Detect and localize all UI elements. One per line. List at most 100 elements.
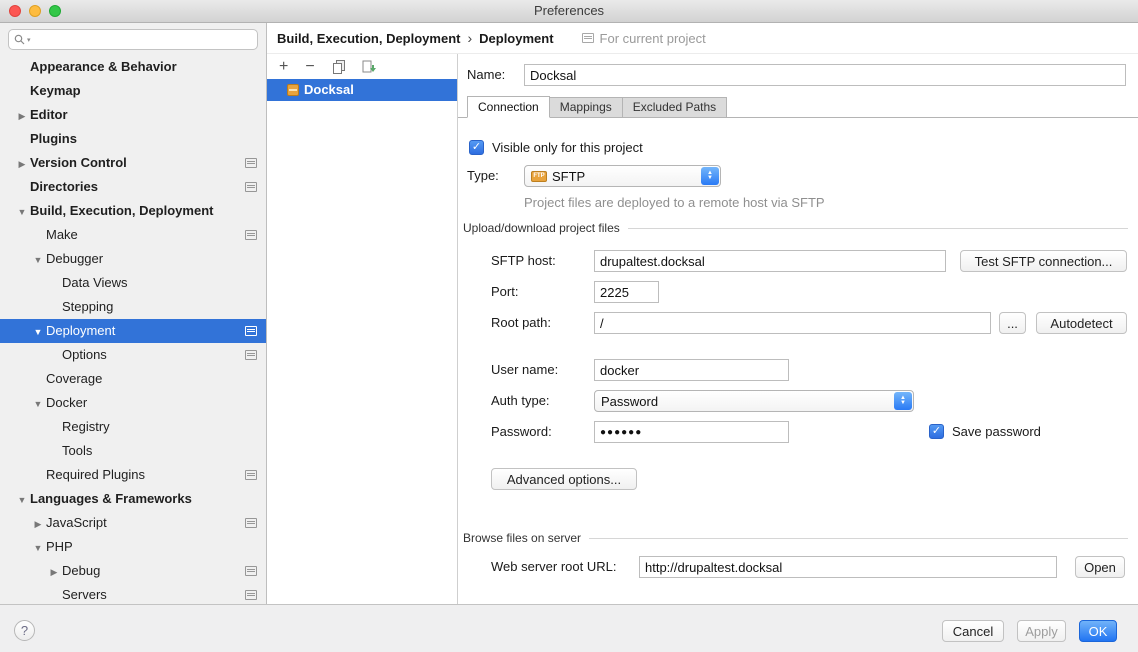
sidebar-item-label: PHP: [46, 539, 73, 554]
sidebar-item-label: Debugger: [46, 251, 103, 266]
sidebar-item-label: Options: [62, 347, 107, 362]
autodetect-button[interactable]: Autodetect: [1036, 312, 1127, 334]
chevron-right-icon[interactable]: ▶: [14, 104, 30, 128]
server-icon: [287, 84, 299, 96]
auth-type-dropdown[interactable]: Password ▲▼: [594, 390, 914, 412]
auth-type-selected-value: Password: [601, 394, 658, 409]
sidebar-item-coverage[interactable]: Coverage: [0, 367, 266, 391]
sidebar-item-options[interactable]: Options: [0, 343, 266, 367]
password-input[interactable]: [594, 421, 789, 443]
chevron-down-icon[interactable]: ▼: [14, 488, 30, 512]
sidebar-item-label: Deployment: [46, 323, 115, 338]
test-sftp-connection-button[interactable]: Test SFTP connection...: [960, 250, 1127, 272]
window-title: Preferences: [0, 0, 1138, 22]
per-project-settings-icon: [245, 518, 257, 528]
dropdown-stepper-icon[interactable]: ▲▼: [894, 392, 912, 410]
zoom-window-button[interactable]: [49, 5, 61, 17]
chevron-down-icon[interactable]: ▼: [30, 248, 46, 272]
sidebar-item-label: Debug: [62, 563, 100, 578]
add-server-icon[interactable]: +: [279, 59, 288, 75]
ok-button[interactable]: OK: [1079, 620, 1117, 642]
sidebar-item-required-plugins[interactable]: Required Plugins: [0, 463, 266, 487]
sidebar-item-keymap[interactable]: Keymap: [0, 79, 266, 103]
chevron-down-icon[interactable]: ▼: [30, 536, 46, 560]
type-dropdown[interactable]: FTP SFTP ▲▼: [524, 165, 721, 187]
sidebar-item-appearance-behavior[interactable]: Appearance & Behavior: [0, 55, 266, 79]
per-project-settings-icon: [245, 230, 257, 240]
name-label: Name:: [467, 64, 505, 86]
per-project-settings-icon: [245, 326, 257, 336]
close-window-button[interactable]: [9, 5, 21, 17]
settings-search-input[interactable]: [31, 30, 252, 49]
tab-excluded-paths[interactable]: Excluded Paths: [622, 97, 727, 118]
visible-only-label: Visible only for this project: [492, 137, 643, 159]
sidebar-item-tools[interactable]: Tools: [0, 439, 266, 463]
chevron-right-icon[interactable]: ▶: [14, 152, 30, 176]
sidebar-item-version-control[interactable]: ▶Version Control: [0, 151, 266, 175]
titlebar: Preferences: [0, 0, 1138, 23]
sidebar-item-editor[interactable]: ▶Editor: [0, 103, 266, 127]
sidebar-item-make[interactable]: Make: [0, 223, 266, 247]
open-button[interactable]: Open: [1075, 556, 1125, 578]
sidebar-item-label: Servers: [62, 587, 107, 602]
password-label: Password:: [491, 421, 552, 443]
import-server-icon[interactable]: [362, 60, 376, 74]
sftp-icon: FTP: [531, 171, 547, 182]
sidebar-item-registry[interactable]: Registry: [0, 415, 266, 439]
sidebar-item-deployment[interactable]: ▼Deployment: [0, 319, 266, 343]
sidebar-item-php[interactable]: ▼PHP: [0, 535, 266, 559]
current-project-icon: [582, 33, 594, 43]
sidebar-item-javascript[interactable]: ▶JavaScript: [0, 511, 266, 535]
servers-list-panel: + − Docksal: [267, 54, 458, 604]
search-icon: [14, 34, 25, 45]
upload-section-title: Upload/download project files: [463, 221, 620, 235]
sidebar-item-servers[interactable]: Servers: [0, 583, 266, 604]
sidebar-item-label: Data Views: [62, 275, 128, 290]
name-input[interactable]: [524, 64, 1126, 86]
chevron-down-icon[interactable]: ▼: [30, 392, 46, 416]
port-input[interactable]: [594, 281, 659, 303]
sidebar-item-docker[interactable]: ▼Docker: [0, 391, 266, 415]
chevron-down-icon[interactable]: ▼: [14, 200, 30, 224]
sidebar-item-data-views[interactable]: Data Views: [0, 271, 266, 295]
web-root-input[interactable]: [639, 556, 1057, 578]
sidebar-item-debug[interactable]: ▶Debug: [0, 559, 266, 583]
tab-mappings[interactable]: Mappings: [549, 97, 623, 118]
user-name-input[interactable]: [594, 359, 789, 381]
remove-server-icon[interactable]: −: [305, 59, 314, 75]
sftp-host-input[interactable]: [594, 250, 946, 272]
visible-only-checkbox[interactable]: [469, 140, 484, 155]
dropdown-stepper-icon[interactable]: ▲▼: [701, 167, 719, 185]
settings-search-box[interactable]: ▾: [8, 29, 258, 50]
sidebar-item-plugins[interactable]: Plugins: [0, 127, 266, 151]
advanced-options-button[interactable]: Advanced options...: [491, 468, 637, 490]
chevron-right-icon[interactable]: ▶: [30, 512, 46, 536]
cancel-button[interactable]: Cancel: [942, 620, 1004, 642]
tab-connection[interactable]: Connection: [467, 96, 550, 118]
root-path-input[interactable]: [594, 312, 991, 334]
breadcrumb-segment[interactable]: Build, Execution, Deployment: [277, 31, 460, 46]
server-name-label: Docksal: [304, 82, 354, 97]
help-button[interactable]: ?: [14, 620, 35, 641]
sidebar-item-languages-frameworks[interactable]: ▼Languages & Frameworks: [0, 487, 266, 511]
chevron-down-icon[interactable]: ▼: [30, 320, 46, 344]
browse-root-path-button[interactable]: ...: [999, 312, 1026, 334]
server-list-item-docksal[interactable]: Docksal: [267, 79, 457, 101]
breadcrumb-segment-current: Deployment: [479, 31, 553, 46]
sidebar-item-label: Docker: [46, 395, 87, 410]
browse-section-title: Browse files on server: [463, 531, 581, 545]
sidebar-item-label: Stepping: [62, 299, 113, 314]
apply-button[interactable]: Apply: [1017, 620, 1066, 642]
sidebar-item-stepping[interactable]: Stepping: [0, 295, 266, 319]
browse-section-header: Browse files on server: [463, 530, 1128, 546]
sidebar-item-label: Languages & Frameworks: [30, 491, 192, 506]
minimize-window-button[interactable]: [29, 5, 41, 17]
copy-server-icon[interactable]: [332, 60, 345, 73]
sidebar-item-build-execution-deployment[interactable]: ▼Build, Execution, Deployment: [0, 199, 266, 223]
sidebar-item-debugger[interactable]: ▼Debugger: [0, 247, 266, 271]
save-password-checkbox[interactable]: [929, 424, 944, 439]
sidebar-item-directories[interactable]: Directories: [0, 175, 266, 199]
scope-indicator: For current project: [582, 31, 706, 46]
chevron-right-icon[interactable]: ▶: [46, 560, 62, 584]
web-root-label: Web server root URL:: [491, 556, 616, 578]
